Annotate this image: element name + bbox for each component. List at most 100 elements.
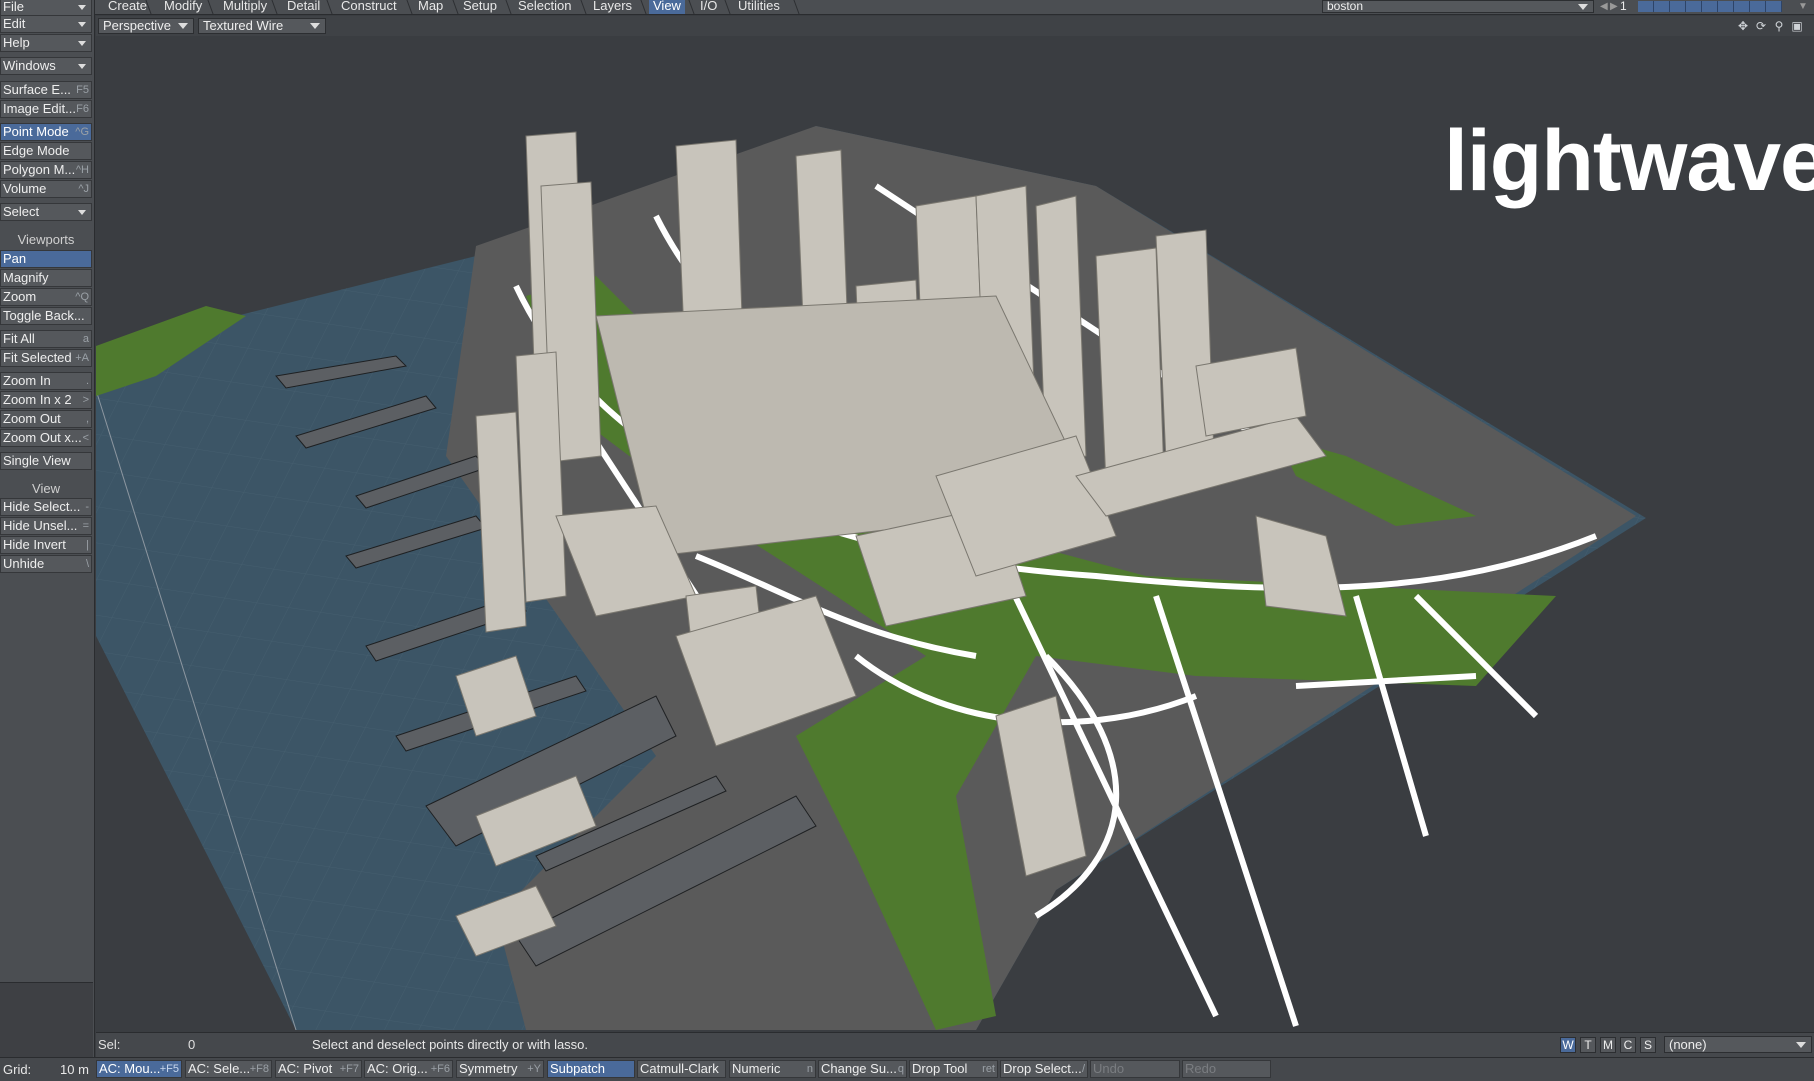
tab-separator bbox=[452, 0, 459, 14]
file-menu[interactable]: File bbox=[0, 0, 92, 16]
symmetry-button[interactable]: Symmetry +Y bbox=[456, 1060, 544, 1078]
tab-utilities[interactable]: Utilities bbox=[734, 0, 784, 14]
tab-detail[interactable]: Detail bbox=[283, 0, 324, 14]
layer-number: 1 bbox=[1620, 0, 1627, 13]
undo-button[interactable]: Undo bbox=[1090, 1060, 1180, 1078]
rotate-view-icon[interactable]: ⟳ bbox=[1754, 19, 1768, 33]
vertex-map-select[interactable]: (none) bbox=[1664, 1036, 1812, 1053]
edit-menu[interactable]: Edit bbox=[0, 15, 92, 33]
hide-selected-button[interactable]: Hide Select... - bbox=[0, 498, 92, 516]
help-menu-label: Help bbox=[3, 35, 30, 50]
button-label: Zoom Out x... bbox=[3, 430, 82, 445]
chevron-down-icon bbox=[78, 22, 86, 27]
button-label: Fit Selected bbox=[3, 350, 72, 365]
toggle-background-button[interactable]: Toggle Back... bbox=[0, 307, 92, 325]
layer-box[interactable] bbox=[1718, 1, 1734, 12]
point-mode-button[interactable]: Point Mode ^G bbox=[0, 123, 92, 141]
fit-all-button[interactable]: Fit All a bbox=[0, 330, 92, 348]
windows-menu[interactable]: Windows bbox=[0, 57, 92, 75]
volume-button[interactable]: Volume ^J bbox=[0, 180, 92, 198]
layer-box[interactable] bbox=[1686, 1, 1702, 12]
weight-map-toggle[interactable]: W bbox=[1560, 1037, 1576, 1053]
texture-map-toggle[interactable]: T bbox=[1580, 1037, 1596, 1053]
selection-set-toggle[interactable]: S bbox=[1640, 1037, 1656, 1053]
shortcut-label: ^H bbox=[75, 164, 89, 176]
button-label: Catmull-Clark bbox=[640, 1061, 719, 1076]
zoom-view-icon[interactable]: ⚲ bbox=[1772, 19, 1786, 33]
perspective-viewport[interactable]: lightwave bbox=[96, 36, 1814, 1030]
layer-menu-chevron-icon[interactable]: ▼ bbox=[1798, 2, 1808, 12]
tab-multiply[interactable]: Multiply bbox=[219, 0, 271, 14]
zoom-in-x2-button[interactable]: Zoom In x 2 > bbox=[0, 391, 92, 409]
button-label: Magnify bbox=[3, 270, 49, 285]
action-center-pivot-button[interactable]: AC: Pivot +F7 bbox=[275, 1060, 362, 1078]
tab-construct[interactable]: Construct bbox=[337, 0, 401, 14]
action-center-mouse-button[interactable]: AC: Mou... +F5 bbox=[96, 1060, 182, 1078]
numeric-button[interactable]: Numeric n bbox=[729, 1060, 816, 1078]
grid-size-value: 10 m bbox=[60, 1062, 89, 1077]
unhide-button[interactable]: Unhide \ bbox=[0, 555, 92, 573]
color-map-toggle[interactable]: C bbox=[1620, 1037, 1636, 1053]
zoom-in-button[interactable]: Zoom In. bbox=[0, 372, 92, 390]
tab-modify[interactable]: Modify bbox=[160, 0, 206, 14]
select-menu[interactable]: Select bbox=[0, 203, 92, 221]
shortcut-label: +Y bbox=[527, 1063, 541, 1075]
change-surface-button[interactable]: Change Su... q bbox=[818, 1060, 907, 1078]
zoom-out-button[interactable]: Zoom Out, bbox=[0, 410, 92, 428]
pan-button[interactable]: Pan bbox=[0, 250, 92, 268]
tab-setup[interactable]: Setup bbox=[459, 0, 501, 14]
tab-map[interactable]: Map bbox=[414, 0, 447, 14]
shortcut-label: ^G bbox=[75, 126, 89, 138]
zoom-button[interactable]: Zoom ^Q bbox=[0, 288, 92, 306]
drop-tool-button[interactable]: Drop Tool ret bbox=[909, 1060, 998, 1078]
view-type-select[interactable]: Perspective bbox=[98, 18, 194, 34]
left-toolbar: File Edit Help Windows Surface E... F5 Im… bbox=[0, 0, 95, 1063]
selection-count-label: Sel: bbox=[98, 1037, 121, 1052]
button-label: Hide Select... bbox=[3, 499, 81, 514]
surface-editor-button[interactable]: Surface E... F5 bbox=[0, 81, 92, 99]
action-center-origin-button[interactable]: AC: Orig... +F6 bbox=[364, 1060, 453, 1078]
single-view-button[interactable]: Single View bbox=[0, 452, 92, 470]
drop-selection-button[interactable]: Drop Select... / bbox=[1000, 1060, 1088, 1078]
fit-selected-button[interactable]: Fit Selected +A bbox=[0, 349, 92, 367]
edge-mode-button[interactable]: Edge Mode bbox=[0, 142, 92, 160]
layer-box[interactable] bbox=[1670, 1, 1686, 12]
action-center-selection-button[interactable]: AC: Sele... +F8 bbox=[185, 1060, 272, 1078]
chevron-down-icon bbox=[1578, 4, 1588, 10]
tab-layers[interactable]: Layers bbox=[589, 0, 636, 14]
maximize-view-icon[interactable]: ▣ bbox=[1790, 19, 1804, 33]
scene-object-select[interactable]: boston bbox=[1322, 0, 1594, 13]
layer-box[interactable] bbox=[1638, 1, 1654, 12]
layer-next-arrow-icon[interactable]: ▶ bbox=[1610, 2, 1618, 12]
chevron-down-icon bbox=[78, 210, 86, 215]
layer-box[interactable] bbox=[1766, 1, 1782, 12]
hide-unselected-button[interactable]: Hide Unsel... = bbox=[0, 517, 92, 535]
viewports-heading: Viewports bbox=[17, 232, 75, 247]
magnify-button[interactable]: Magnify bbox=[0, 269, 92, 287]
render-mode-select[interactable]: Textured Wire bbox=[198, 18, 326, 34]
render-mode-value: Textured Wire bbox=[203, 18, 284, 33]
button-label: Fit All bbox=[3, 331, 35, 346]
subpatch-type-button[interactable]: Catmull-Clark bbox=[637, 1060, 726, 1078]
layer-box[interactable] bbox=[1734, 1, 1750, 12]
morph-map-toggle[interactable]: M bbox=[1600, 1037, 1616, 1053]
polygon-mode-button[interactable]: Polygon M... ^H bbox=[0, 161, 92, 179]
tab-io[interactable]: I/O bbox=[696, 0, 721, 14]
hide-invert-button[interactable]: Hide Invert | bbox=[0, 536, 92, 554]
top-menu-bar: Create Modify Multiply Detail Construct … bbox=[0, 0, 1814, 15]
layer-box[interactable] bbox=[1750, 1, 1766, 12]
chevron-down-icon bbox=[310, 23, 320, 29]
redo-button[interactable]: Redo bbox=[1182, 1060, 1271, 1078]
tab-create[interactable]: Create bbox=[104, 0, 151, 14]
layer-prev-arrow-icon[interactable]: ◀ bbox=[1600, 2, 1608, 12]
subpatch-button[interactable]: Subpatch bbox=[547, 1060, 635, 1078]
layer-box[interactable] bbox=[1702, 1, 1718, 12]
move-view-icon[interactable]: ✥ bbox=[1736, 19, 1750, 33]
button-label: Drop Select... bbox=[1003, 1061, 1082, 1076]
tab-view[interactable]: View bbox=[649, 0, 685, 14]
layer-box[interactable] bbox=[1654, 1, 1670, 12]
zoom-out-x2-button[interactable]: Zoom Out x... < bbox=[0, 429, 92, 447]
image-editor-button[interactable]: Image Edit... F6 bbox=[0, 100, 92, 118]
tab-selection[interactable]: Selection bbox=[514, 0, 575, 14]
help-menu[interactable]: Help bbox=[0, 34, 92, 52]
